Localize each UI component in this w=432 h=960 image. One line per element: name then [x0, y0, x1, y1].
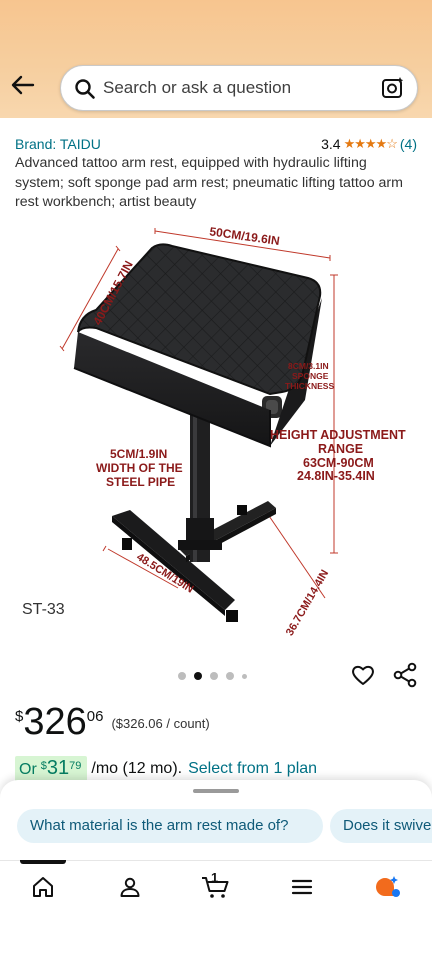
carousel-dot[interactable]: [226, 672, 234, 680]
ask-sheet: What material is the arm rest made of? D…: [0, 780, 432, 860]
question-chip[interactable]: What material is the arm rest made of?: [17, 809, 323, 843]
sponge-label-2: SPONGE: [292, 371, 329, 381]
select-plan-link[interactable]: Select from 1 plan: [188, 760, 317, 778]
monthly-price-badge: Or $ 31 79: [15, 756, 88, 782]
cart-icon[interactable]: 1: [200, 870, 232, 901]
height-label-2: RANGE: [318, 442, 363, 456]
payment-plan: Or $ 31 79 /mo (12 mo). Select from 1 pl…: [15, 756, 317, 782]
sponge-label-3: THICKNESS: [285, 381, 334, 391]
search-input[interactable]: [103, 66, 373, 110]
carousel-dot[interactable]: [242, 673, 247, 679]
plan-whole: 31: [46, 757, 70, 779]
product-meta: Brand: TAIDU 3.4 ★★★★☆ (4): [15, 136, 417, 154]
heart-icon[interactable]: [350, 662, 376, 688]
star-rating-icon: ★★★★☆: [343, 136, 398, 151]
brand-link[interactable]: Brand: TAIDU: [15, 136, 101, 152]
unit-price: ($326.06 / count): [111, 716, 210, 731]
rating[interactable]: 3.4 ★★★★☆ (4): [321, 136, 417, 152]
pipe-label-3: STEEL PIPE: [106, 475, 175, 489]
rating-value: 3.4: [321, 136, 341, 152]
share-icon[interactable]: [392, 662, 418, 688]
height-label-3: 63CM-90CM: [303, 456, 374, 470]
price-fraction: 06: [86, 708, 104, 725]
pipe-label-1: 5CM/1.9IN: [110, 447, 167, 461]
image-carousel-dots[interactable]: [178, 672, 247, 680]
product-page: Brand: TAIDU 3.4 ★★★★☆ (4) Advanced tatt…: [0, 0, 432, 960]
carousel-dot[interactable]: [178, 672, 186, 680]
price-symbol: $: [15, 708, 24, 725]
pipe-label-2: WIDTH OF THE: [96, 461, 183, 475]
product-image[interactable]: 50CM/19.6IN 40CM/15.7IN 8CM/3.1IN SPONGE…: [0, 218, 432, 650]
sponge-label-1: 8CM/3.1IN: [288, 361, 329, 371]
product-title: Advanced tattoo arm rest, equipped with …: [15, 155, 403, 210]
rating-count[interactable]: (4): [400, 136, 417, 152]
search-icon: [75, 79, 95, 99]
search-bar[interactable]: [60, 65, 418, 111]
height-label-1: HEIGHT ADJUSTMENT: [270, 428, 406, 442]
account-icon[interactable]: [116, 873, 144, 901]
rufus-assistant-icon[interactable]: [373, 873, 401, 901]
sheet-drag-handle[interactable]: [193, 789, 239, 793]
back-arrow-icon[interactable]: [10, 72, 36, 98]
height-label-4: 24.8IN-35.4IN: [297, 469, 375, 483]
menu-icon[interactable]: [288, 873, 316, 901]
carousel-dot-active[interactable]: [194, 672, 202, 680]
cart-count: 1: [211, 870, 219, 885]
app-header: [0, 0, 432, 118]
home-icon[interactable]: [29, 873, 57, 901]
base-side-label: 36.7CM/14.4IN: [284, 568, 331, 638]
plan-fraction: 79: [69, 760, 82, 772]
price-whole: 326: [23, 701, 87, 743]
bottom-nav: 1: [0, 860, 432, 912]
arm-rest-pad: [73, 243, 322, 448]
price: $ 326 06 ($326.06 / count): [15, 700, 210, 744]
carousel-dot[interactable]: [210, 672, 218, 680]
sku-label: ST-33: [22, 601, 65, 618]
question-chip[interactable]: Does it swivel?: [330, 809, 432, 843]
plan-term: /mo (12 mo).: [91, 760, 183, 777]
nav-active-indicator: [20, 860, 66, 864]
camera-lens-icon[interactable]: [381, 76, 405, 100]
plan-or: Or: [19, 761, 37, 778]
